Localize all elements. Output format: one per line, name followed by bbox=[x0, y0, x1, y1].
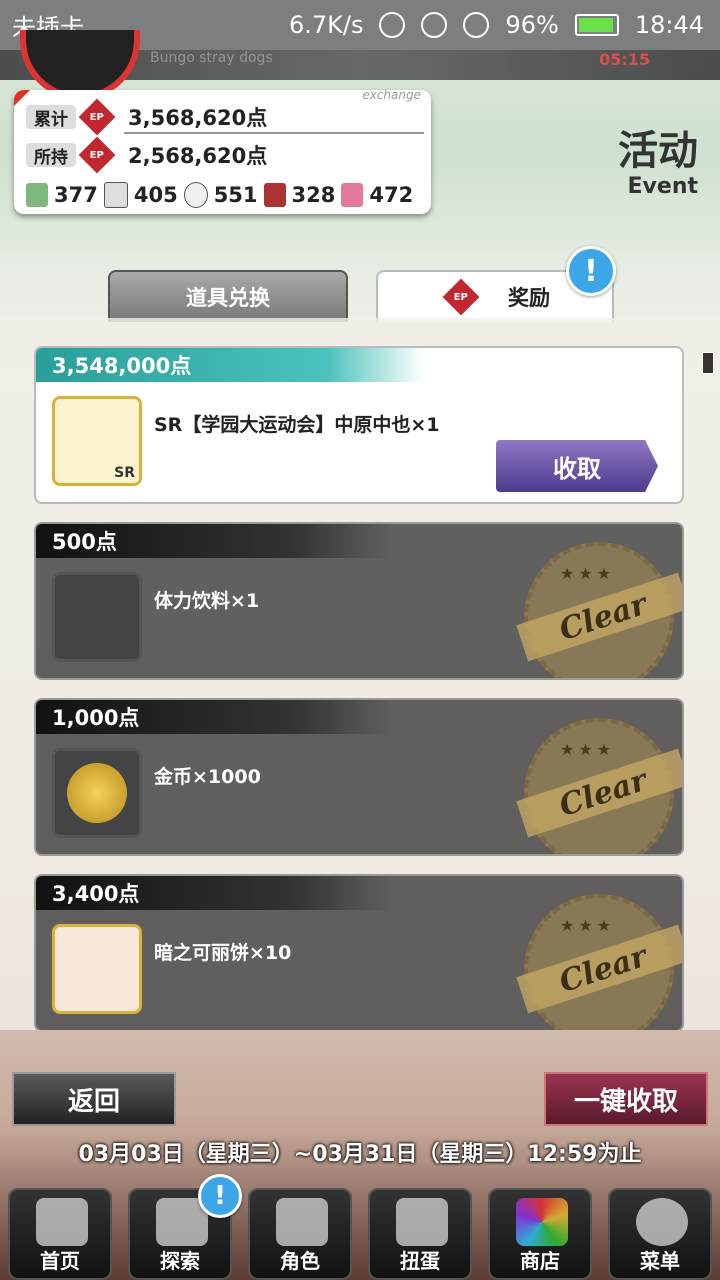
reward-item: 3,548,000点 SR SR【学园大运动会】中原中也×1 收取 bbox=[34, 346, 684, 504]
reward-points: 3,548,000点 bbox=[36, 348, 682, 382]
item-count: 405 bbox=[133, 183, 178, 207]
shop-icon bbox=[516, 1198, 568, 1246]
owned-label: 所持 bbox=[26, 143, 76, 168]
battery-icon bbox=[574, 14, 619, 36]
ep-icon: EP bbox=[442, 278, 480, 316]
nav-label: 首页 bbox=[40, 1249, 80, 1273]
game-subtitle: Bungo stray dogs bbox=[150, 50, 273, 66]
tab-exchange[interactable]: 道具兑换 bbox=[108, 270, 348, 322]
reward-name: 体力饮料×1 bbox=[154, 590, 260, 612]
bento-icon bbox=[263, 183, 286, 207]
event-period: 03月03日（星期三）~03月31日（星期三）12:59为止 bbox=[78, 1142, 642, 1167]
item-count: 377 bbox=[54, 183, 98, 207]
reward-item: 500点 体力饮料×1 ★★★ Clear bbox=[34, 522, 684, 680]
clock: 18:44 bbox=[634, 11, 704, 39]
clear-stamp-icon: ★★★ Clear bbox=[516, 542, 682, 678]
reward-list[interactable]: 3,548,000点 SR SR【学园大运动会】中原中也×1 收取 500点 体… bbox=[0, 318, 720, 1030]
nav-home[interactable]: 首页 bbox=[8, 1188, 112, 1280]
item-count: 551 bbox=[213, 183, 258, 207]
reward-name: 暗之可丽饼×10 bbox=[154, 942, 292, 964]
total-label: 累计 bbox=[26, 105, 76, 130]
menu-icon bbox=[636, 1198, 688, 1246]
clear-stamp-icon: ★★★ Clear bbox=[516, 894, 682, 1030]
nav-label: 角色 bbox=[280, 1249, 320, 1273]
drink-icon bbox=[341, 183, 364, 207]
dice-icon bbox=[103, 182, 128, 208]
item-counts: 377 405 551 328 472 bbox=[26, 182, 413, 208]
gold-coin-icon bbox=[52, 748, 142, 838]
scrollbar[interactable] bbox=[702, 352, 714, 374]
back-button[interactable]: 返回 bbox=[12, 1072, 176, 1126]
item-count: 328 bbox=[291, 183, 336, 207]
event-timer: 05:15 bbox=[599, 50, 650, 69]
nav-shop[interactable]: 商店 bbox=[488, 1188, 592, 1280]
points-card: exchange 累计 EP 3,568,620点 所持 EP 2,568,62… bbox=[14, 88, 431, 214]
nav-label: 商店 bbox=[520, 1249, 560, 1273]
gacha-icon bbox=[396, 1198, 448, 1246]
clear-stamp-icon: ★★★ Clear bbox=[516, 718, 682, 854]
alert-icon: ! bbox=[566, 246, 616, 296]
fan-icon bbox=[183, 182, 208, 208]
reward-item: 3,400点 暗之可丽饼×10 ★★★ Clear bbox=[34, 874, 684, 1030]
network-speed: 6.7K/s bbox=[288, 11, 364, 39]
stamina-drink-icon bbox=[52, 572, 142, 662]
alert-icon: ! bbox=[198, 1174, 242, 1218]
total-points-row: 累计 EP 3,568,620点 bbox=[26, 98, 268, 136]
bottom-nav: 首页 探索 角色 扭蛋 商店 菜单 bbox=[0, 1180, 720, 1280]
ep-icon: EP bbox=[78, 98, 116, 136]
card-tag: exchange bbox=[362, 88, 421, 102]
reward-name: 金币×1000 bbox=[154, 766, 261, 788]
nav-character[interactable]: 角色 bbox=[248, 1188, 352, 1280]
points-divider bbox=[124, 132, 424, 134]
character-card-thumbnail: SR bbox=[52, 396, 142, 486]
nav-gacha[interactable]: 扭蛋 bbox=[368, 1188, 472, 1280]
alarm-icon bbox=[421, 12, 448, 38]
owned-points-row: 所持 EP 2,568,620点 bbox=[26, 136, 268, 174]
page-title: 活动 bbox=[618, 128, 698, 174]
tab-reward-label: 奖励 bbox=[508, 286, 550, 310]
ep-icon: EP bbox=[78, 136, 116, 174]
nav-label: 探索 bbox=[160, 1249, 200, 1273]
home-icon bbox=[36, 1198, 88, 1246]
mute-icon bbox=[379, 12, 406, 38]
battery-percent: 96% bbox=[505, 11, 559, 39]
nav-label: 菜单 bbox=[640, 1249, 680, 1273]
reward-item: 1,000点 金币×1000 ★★★ Clear bbox=[34, 698, 684, 856]
total-value: 3,568,620点 bbox=[128, 106, 268, 130]
reward-name: SR【学园大运动会】中原中也×1 bbox=[154, 414, 440, 436]
owned-value: 2,568,620点 bbox=[128, 144, 268, 168]
page-subtitle: Event bbox=[627, 174, 698, 199]
character-icon bbox=[276, 1198, 328, 1246]
crepe-icon bbox=[52, 924, 142, 1014]
book-icon bbox=[26, 183, 48, 207]
claim-all-button[interactable]: 一键收取 bbox=[544, 1072, 708, 1126]
nav-label: 扭蛋 bbox=[400, 1249, 440, 1273]
wifi-icon bbox=[463, 12, 490, 38]
item-count: 472 bbox=[369, 183, 414, 207]
nav-menu[interactable]: 菜单 bbox=[608, 1188, 712, 1280]
claim-button[interactable]: 收取 bbox=[496, 440, 658, 492]
